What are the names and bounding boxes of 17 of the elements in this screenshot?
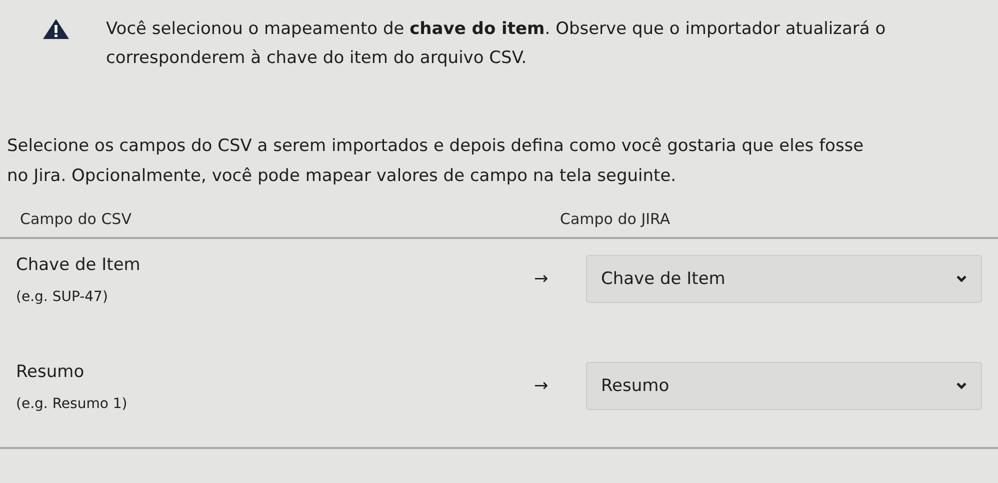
warning-text: corresponderem à chave do item do arquivo CSV. bbox=[106, 47, 528, 70]
arrow-text: → bbox=[534, 376, 548, 396]
intro-text: Selecione os campos do CSV a serem importados e depois defina como você gostaria que eles fosse bbox=[7, 135, 865, 158]
chevron-down-icon bbox=[956, 382, 967, 390]
column-header: Campo do JIRA bbox=[560, 210, 672, 228]
warning-icon bbox=[42, 18, 70, 40]
csv-field-label: Resumo bbox=[16, 362, 84, 382]
csv-field-label: Chave de Item bbox=[16, 255, 140, 275]
chevron-down-icon bbox=[956, 275, 967, 283]
jira-field-select[interactable]: Chave de Item bbox=[586, 255, 982, 303]
intro-text: no Jira. Opcionalmente, você pode mapear valores de campo na tela seguinte. bbox=[7, 165, 678, 188]
warning-text: Você selecionou o mapeamento de chave do item. Observe que o importador atualizará o bbox=[106, 18, 886, 41]
example-text: (e.g. SUP-47) bbox=[16, 289, 108, 305]
example-text: (e.g. Resumo 1) bbox=[16, 396, 128, 412]
column-header: Campo do CSV bbox=[20, 210, 132, 228]
arrow-text: → bbox=[534, 269, 548, 289]
jira-field-select[interactable]: Resumo bbox=[586, 362, 982, 410]
